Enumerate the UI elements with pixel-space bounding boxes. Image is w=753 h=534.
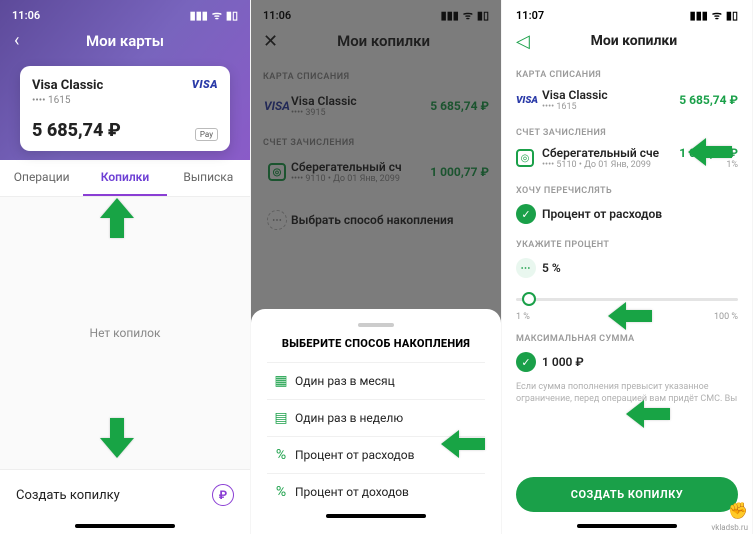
- calendar-month-icon: ▦: [267, 373, 295, 389]
- status-bar: 11:06 ▮▮▮ ᯤ ▮▯: [12, 6, 238, 24]
- page-title: Мои карты: [12, 32, 238, 50]
- card-mask: •••• 1615: [32, 95, 218, 106]
- percent-row[interactable]: ⋯ 5 %: [516, 254, 738, 282]
- option-monthly[interactable]: ▦ Один раз в месяц: [267, 362, 485, 399]
- section-account-to: СЧЕТ ЗАЧИСЛЕНИЯ: [516, 128, 738, 138]
- hint-text: Если сумма пополнения превысит указанное…: [516, 382, 738, 405]
- home-indicator: [577, 524, 677, 528]
- card-name: Visa Classic: [542, 88, 679, 102]
- watermark-fist-icon: ✊: [728, 501, 748, 520]
- battery-icon: ▮▯: [726, 9, 738, 22]
- percent-icon: %: [267, 484, 295, 500]
- option-weekly[interactable]: ▤ Один раз в неделю: [267, 399, 485, 436]
- method-row[interactable]: ✓ Процент от расходов: [516, 200, 738, 228]
- account-name: Сберегательный сче: [542, 146, 679, 160]
- percent-icon: %: [267, 447, 295, 463]
- back-icon[interactable]: ◁: [516, 31, 530, 52]
- section-percent: УКАЖИТЕ ПРОЦЕНТ: [516, 240, 738, 250]
- signal-icon: ▮▮▮: [690, 9, 708, 22]
- sheet-title: ВЫБЕРИТЕ СПОСОБ НАКОПЛЕНИЯ: [267, 337, 485, 350]
- tab-operations[interactable]: Операции: [0, 160, 83, 196]
- apple-pay-icon[interactable]: Pay: [195, 128, 218, 141]
- signal-icon: ▮▮▮: [190, 9, 208, 22]
- footer-create[interactable]: Создать копилку ₽: [0, 469, 250, 520]
- tabs: Операции Копилки Выписка: [0, 160, 250, 197]
- card-name: Visa Classic: [32, 78, 218, 93]
- page-title: Мои копилки: [530, 33, 738, 49]
- header-gradient: 11:06 ▮▮▮ ᯤ ▮▯ ‹ Мои карты Visa Classic …: [0, 0, 250, 160]
- create-piggy-button[interactable]: СОЗДАТЬ КОПИЛКУ: [516, 477, 738, 512]
- dots-icon: ⋯: [516, 258, 536, 278]
- create-piggy-button[interactable]: Создать копилку: [16, 488, 120, 503]
- sheet-handle-icon[interactable]: [358, 323, 394, 327]
- screen-create-piggy: 11:07 ▮▮▮ ᯤ ▮▯ ◁ Мои копилки КАРТА СПИСА…: [502, 0, 752, 534]
- card-mask: •••• 1615: [542, 102, 679, 112]
- card-balance: 5 685,74 ₽: [32, 120, 218, 141]
- tab-statement[interactable]: Выписка: [167, 160, 250, 196]
- percent-value: 5 %: [542, 261, 561, 275]
- watermark: vkladsb.ru: [711, 523, 748, 532]
- status-icons: ▮▮▮ ᯤ ▮▯: [690, 8, 738, 23]
- wifi-icon: ᯤ: [212, 8, 222, 23]
- from-card-row[interactable]: VISA Visa Classic •••• 1615 5 685,74 ₽: [516, 84, 738, 116]
- card-visa-classic[interactable]: Visa Classic VISA •••• 1615 5 685,74 ₽ P…: [20, 66, 230, 151]
- account-balance: 1 000,77 ₽: [679, 146, 738, 160]
- status-icons: ▮▮▮ ᯤ ▮▯: [190, 8, 238, 23]
- slider-max: 100 %: [714, 312, 738, 322]
- visa-logo-icon: VISA: [516, 95, 542, 106]
- max-amount-row[interactable]: ✓ 1 000 ₽: [516, 348, 738, 376]
- slider-min: 1 %: [516, 312, 530, 322]
- section-max: МАКСИМАЛЬНАЯ СУММА: [516, 334, 738, 344]
- home-indicator: [326, 514, 426, 518]
- ruble-icon[interactable]: ₽: [212, 484, 234, 506]
- nav-bar: ‹ Мои карты: [12, 24, 238, 58]
- back-icon[interactable]: ‹: [14, 30, 19, 51]
- account-sub: •••• 5110 • До 01 Янв, 2099: [542, 160, 679, 170]
- wifi-icon: ᯤ: [712, 8, 722, 23]
- max-amount-value: 1 000 ₽: [542, 355, 584, 369]
- option-percent-expenses[interactable]: % Процент от расходов: [267, 436, 485, 473]
- percent-slider[interactable]: [516, 288, 738, 312]
- empty-state: Нет копилок: [0, 197, 250, 469]
- empty-text: Нет копилок: [90, 326, 161, 340]
- account-rate: 1%: [679, 160, 738, 170]
- method-label: Процент от расходов: [542, 207, 662, 221]
- visa-logo-icon: VISA: [192, 78, 218, 91]
- screen-choose-method: 11:06 ▮▮▮ ᯤ ▮▯ ✕ Мои копилки КАРТА СПИСА…: [251, 0, 501, 534]
- check-icon: ✓: [516, 204, 536, 224]
- section-method: ХОЧУ ПЕРЕЧИСЛЯТЬ: [516, 186, 738, 196]
- status-time: 11:06: [12, 9, 40, 22]
- status-bar: 11:07 ▮▮▮ ᯤ ▮▯: [516, 6, 738, 24]
- to-account-row[interactable]: ◎ Сберегательный сче •••• 5110 • До 01 Я…: [516, 142, 738, 174]
- slider-thumb-icon[interactable]: [522, 292, 536, 306]
- battery-icon: ▮▯: [226, 9, 238, 22]
- status-time: 11:07: [516, 9, 544, 22]
- slider-labels: 1 % 100 %: [516, 312, 738, 322]
- calendar-week-icon: ▤: [267, 410, 295, 426]
- tab-piggybanks[interactable]: Копилки: [83, 160, 166, 196]
- savings-icon: ◎: [516, 149, 534, 167]
- card-balance: 5 685,74 ₽: [679, 93, 738, 107]
- home-indicator: [75, 524, 175, 528]
- check-icon: ✓: [516, 352, 536, 372]
- section-card-from: КАРТА СПИСАНИЯ: [516, 70, 738, 80]
- slider-track: [516, 298, 738, 301]
- nav-bar: ◁ Мои копилки: [516, 24, 738, 58]
- bottom-sheet: ВЫБЕРИТЕ СПОСОБ НАКОПЛЕНИЯ ▦ Один раз в …: [251, 309, 501, 534]
- option-percent-income[interactable]: % Процент от доходов: [267, 473, 485, 510]
- screen-my-cards: 11:06 ▮▮▮ ᯤ ▮▯ ‹ Мои карты Visa Classic …: [0, 0, 250, 534]
